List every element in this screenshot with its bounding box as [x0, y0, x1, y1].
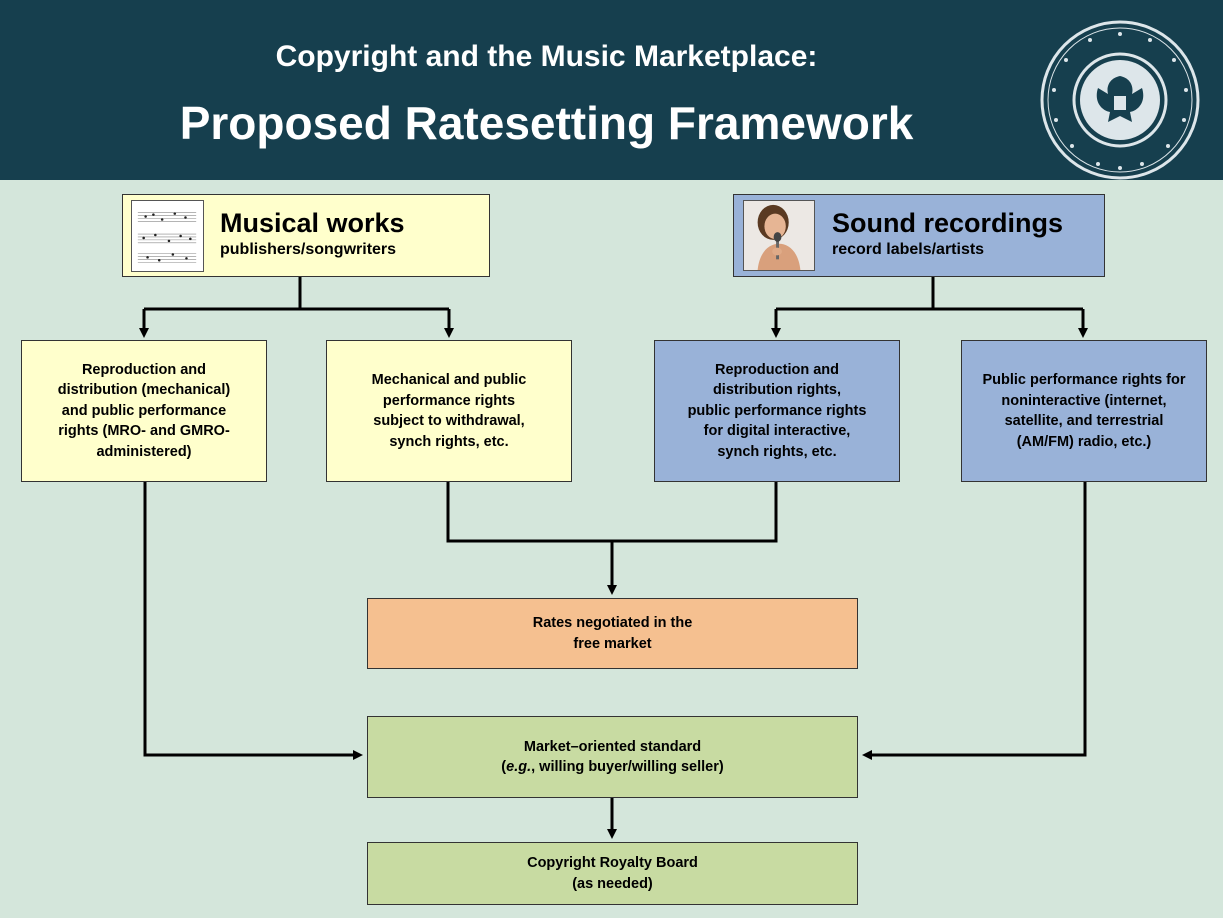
rights-box-digital-interactive: Reproduction and distribution rights, pu…	[654, 340, 900, 482]
rights-line: administered)	[96, 443, 192, 460]
market-standard-line-1: Market–oriented standard	[523, 738, 702, 755]
right-to-standard-line	[862, 481, 1087, 760]
rights-line: for digital interactive,	[703, 423, 851, 440]
rights-box-mro: Reproduction and distribution (mechanica…	[21, 340, 267, 482]
sound-recordings-box: Sound recordings record labels/artists	[733, 194, 1105, 277]
rights-line: subject to withdrawal,	[373, 413, 525, 429]
rights-line: noninteractive (internet,	[1001, 392, 1167, 409]
merge-to-free-market-line	[446, 481, 778, 543]
musical-works-title: Musical works	[220, 208, 405, 238]
singer-photo-icon	[743, 200, 815, 271]
sound-recordings-title: Sound recordings	[832, 208, 1064, 238]
market-standard-line-2: (e.g., willing buyer/willing seller)	[501, 757, 723, 778]
crb-box: Copyright Royalty Board (as needed)	[367, 842, 858, 905]
rights-line: Mechanical and public	[371, 372, 527, 388]
market-standard-box: Market–oriented standard (e.g., willing …	[367, 716, 858, 798]
rights-line: public performance rights	[687, 402, 867, 419]
free-market-line: Rates negotiated in the	[532, 615, 693, 631]
crb-line: (as needed)	[572, 875, 653, 892]
market-standard-rest: , willing buyer/willing seller)	[531, 759, 724, 775]
rights-line: performance rights	[382, 392, 516, 409]
rights-box-withdrawal: Mechanical and public performance rights…	[326, 340, 572, 482]
sound-trunk-line	[776, 276, 1083, 311]
eg-italic: e.g.	[506, 759, 532, 775]
rights-line: Reproduction and	[81, 361, 207, 378]
rights-line: distribution rights,	[712, 382, 842, 399]
left-to-standard-line	[143, 481, 363, 760]
rights-line: synch rights, etc.	[389, 433, 509, 450]
rights-line: and public performance	[61, 402, 227, 419]
musical-trunk-line	[144, 276, 449, 311]
rights-line: distribution (mechanical)	[57, 382, 231, 399]
crb-line: Copyright Royalty Board	[527, 855, 698, 871]
rights-line: satellite, and terrestrial	[1004, 413, 1164, 429]
sound-recordings-subtitle: record labels/artists	[832, 241, 985, 258]
musical-works-box: Musical works publishers/songwriters	[122, 194, 490, 277]
rights-line: Public performance rights for	[982, 372, 1186, 388]
free-market-line: free market	[573, 635, 652, 652]
rights-line: synch rights, etc.	[717, 443, 837, 460]
rights-line: rights (MRO- and GMRO-	[58, 423, 230, 440]
rights-line: Reproduction and	[714, 361, 840, 378]
rights-line: (AM/FM) radio, etc.)	[1016, 433, 1152, 450]
sheet-music-icon	[131, 200, 204, 272]
free-market-box: Rates negotiated in the free market	[367, 598, 858, 669]
rights-box-noninteractive: Public performance rights for noninterac…	[961, 340, 1207, 482]
musical-works-subtitle: publishers/songwriters	[220, 241, 397, 258]
